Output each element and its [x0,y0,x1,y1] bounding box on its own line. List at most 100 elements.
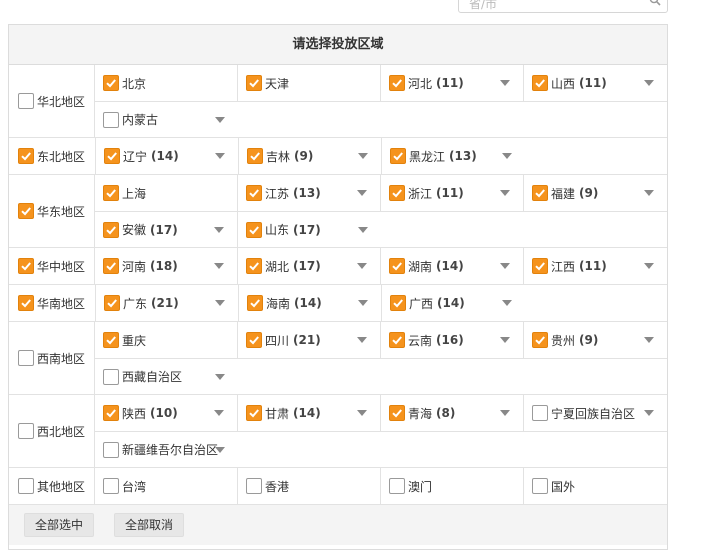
triangle-down-icon[interactable] [214,227,224,233]
province-item[interactable]: 重庆 [95,322,238,358]
region-group[interactable]: 东北地区 [9,138,96,174]
triangle-down-icon[interactable] [500,410,510,416]
region-checkbox[interactable] [18,478,34,494]
province-item[interactable]: 海南 (14) [239,285,382,321]
province-checkbox[interactable] [103,368,119,385]
triangle-down-icon[interactable] [215,117,225,123]
province-item[interactable]: 黑龙江 (13) [382,138,525,174]
region-checkbox[interactable] [18,295,34,311]
province-checkbox[interactable] [389,478,405,494]
province-checkbox[interactable] [247,295,263,311]
province-checkbox[interactable] [390,295,406,311]
triangle-down-icon[interactable] [215,300,225,306]
province-checkbox[interactable] [389,75,405,91]
triangle-down-icon[interactable] [358,153,368,159]
triangle-down-icon[interactable] [357,263,367,269]
province-checkbox[interactable] [104,295,120,311]
province-checkbox[interactable] [532,332,548,348]
province-checkbox[interactable] [103,478,119,494]
triangle-down-icon[interactable] [644,263,654,269]
province-item[interactable]: 香港 [238,468,381,504]
province-item[interactable]: 江西 (11) [524,248,667,284]
triangle-down-icon[interactable] [358,300,368,306]
triangle-down-icon[interactable] [214,410,224,416]
triangle-down-icon[interactable] [644,190,654,196]
province-checkbox[interactable] [103,332,119,348]
province-item[interactable]: 湖北 (17) [238,248,381,284]
region-group[interactable]: 华东地区 [9,175,95,247]
province-checkbox[interactable] [532,258,548,274]
province-checkbox[interactable] [389,258,405,274]
province-checkbox[interactable] [103,75,119,91]
province-item[interactable]: 云南 (16) [381,322,524,358]
province-item[interactable]: 贵州 (9) [524,322,667,358]
province-item[interactable]: 天津 [238,65,381,101]
province-item[interactable]: 吉林 (9) [239,138,382,174]
province-item[interactable]: 浙江 (11) [381,175,524,211]
province-item[interactable]: 台湾 [95,468,238,504]
province-checkbox[interactable] [246,258,262,274]
province-item[interactable]: 北京 [95,65,238,101]
province-item[interactable]: 广西 (14) [382,285,525,321]
triangle-down-icon[interactable] [215,447,225,453]
search-box[interactable]: 省/市 [458,0,668,13]
region-group[interactable]: 西北地区 [9,395,95,467]
province-item[interactable]: 宁夏回族自治区 [524,395,667,431]
province-checkbox[interactable] [246,75,262,91]
province-item[interactable]: 辽宁 (14) [96,138,239,174]
province-checkbox[interactable] [246,405,262,421]
province-checkbox[interactable] [389,405,405,421]
triangle-down-icon[interactable] [500,263,510,269]
province-checkbox[interactable] [246,221,262,238]
triangle-down-icon[interactable] [214,263,224,269]
triangle-down-icon[interactable] [358,227,368,233]
cancel-all-button[interactable]: 全部取消 [114,513,185,537]
triangle-down-icon[interactable] [357,337,367,343]
province-item[interactable]: 西藏自治区 [95,359,238,394]
province-checkbox[interactable] [104,148,120,164]
province-item[interactable]: 福建 (9) [524,175,667,211]
triangle-down-icon[interactable] [215,374,225,380]
region-group[interactable]: 华中地区 [9,248,95,284]
province-item[interactable]: 青海 (8) [381,395,524,431]
triangle-down-icon[interactable] [502,300,512,306]
triangle-down-icon[interactable] [215,153,225,159]
region-checkbox[interactable] [18,93,34,109]
province-item[interactable]: 澳门 [381,468,524,504]
province-checkbox[interactable] [389,185,405,201]
province-item[interactable]: 国外 [524,468,667,504]
province-checkbox[interactable] [103,221,119,238]
province-item[interactable]: 安徽 (17) [95,212,238,247]
province-checkbox[interactable] [103,185,119,201]
province-item[interactable]: 上海 [95,175,238,211]
province-item[interactable]: 山西 (11) [524,65,667,101]
triangle-down-icon[interactable] [500,80,510,86]
triangle-down-icon[interactable] [357,190,367,196]
triangle-down-icon[interactable] [357,410,367,416]
province-item[interactable]: 山东 (17) [238,212,381,247]
province-checkbox[interactable] [532,478,548,494]
province-item[interactable]: 甘肃 (14) [238,395,381,431]
triangle-down-icon[interactable] [500,190,510,196]
province-checkbox[interactable] [532,75,548,91]
province-item[interactable]: 河南 (18) [95,248,238,284]
province-checkbox[interactable] [246,185,262,201]
province-item[interactable]: 广东 (21) [96,285,239,321]
search-icon[interactable] [649,0,661,6]
province-checkbox[interactable] [103,405,119,421]
province-checkbox[interactable] [246,332,262,348]
province-item[interactable]: 四川 (21) [238,322,381,358]
triangle-down-icon[interactable] [644,410,654,416]
province-checkbox[interactable] [389,332,405,348]
province-checkbox[interactable] [390,148,406,164]
province-checkbox[interactable] [246,478,262,494]
region-group[interactable]: 其他地区 [9,468,95,504]
province-checkbox[interactable] [103,111,119,128]
region-group[interactable]: 西南地区 [9,322,95,394]
triangle-down-icon[interactable] [644,80,654,86]
region-checkbox[interactable] [18,148,34,164]
province-checkbox[interactable] [103,441,119,458]
province-item[interactable]: 新疆维吾尔自治区 [95,432,238,467]
triangle-down-icon[interactable] [502,153,512,159]
region-checkbox[interactable] [18,258,34,274]
